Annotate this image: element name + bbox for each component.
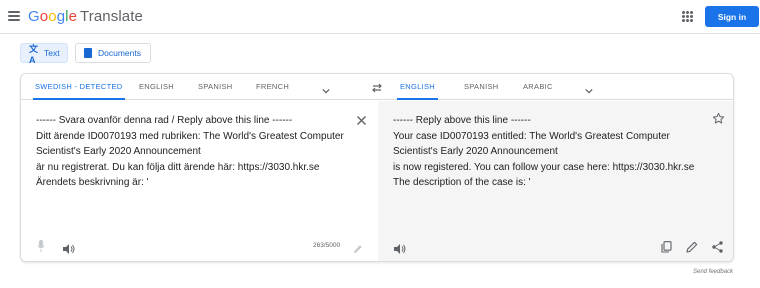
swap-languages-icon[interactable]: [371, 81, 383, 93]
source-lang-tab-detected[interactable]: SWEDISH - DETECTED: [33, 74, 125, 100]
translation-panel: SWEDISH - DETECTED ENGLISH SPANISH FRENC…: [20, 73, 734, 262]
save-translation-star-icon[interactable]: [712, 112, 725, 125]
text-mode-label: Text: [44, 48, 60, 58]
send-feedback-link[interactable]: Send feedback: [693, 269, 733, 275]
source-line: ------ Svara ovanför denna rad / Reply a…: [36, 115, 293, 126]
share-translation-icon[interactable]: [712, 240, 723, 253]
text-mode-button[interactable]: 文A Text: [20, 43, 68, 65]
source-text-area[interactable]: ------ Svara ovanför denna rad / Reply a…: [21, 101, 378, 261]
source-line: Scientist's Early 2020 Announcement: [36, 146, 201, 157]
language-bar: SWEDISH - DETECTED ENGLISH SPANISH FRENC…: [21, 74, 733, 100]
documents-mode-label: Documents: [98, 48, 141, 58]
translation-line: The description of the case is: ': [393, 177, 531, 188]
top-bar: Google Translate Sign in: [0, 0, 760, 34]
translate-icon: 文A: [29, 43, 39, 65]
source-lang-tab-spanish[interactable]: SPANISH: [198, 74, 232, 100]
source-lang-tab-english[interactable]: ENGLISH: [139, 74, 174, 100]
target-lang-tab-english[interactable]: ENGLISH: [397, 74, 439, 100]
google-apps-icon[interactable]: [682, 11, 693, 22]
listen-source-speaker-icon[interactable]: [63, 241, 75, 254]
source-lang-tab-french[interactable]: FRENCH: [256, 74, 289, 100]
documents-mode-button[interactable]: Documents: [75, 43, 151, 63]
copy-translation-icon[interactable]: [661, 240, 672, 253]
translation-output-area: ------ Reply above this line ------ Your…: [378, 101, 733, 261]
source-line: Ditt ärende ID0070193 med rubriken: The …: [36, 130, 344, 142]
translation-line: is now registered. You can follow your c…: [393, 161, 695, 173]
menu-icon[interactable]: [8, 11, 20, 21]
listen-translation-speaker-icon[interactable]: [394, 241, 406, 254]
target-lang-tab-arabic[interactable]: ARABIC: [523, 74, 553, 100]
source-line: är nu registrerat. Du kan följa ditt äre…: [36, 161, 320, 173]
character-count: 263/5000: [313, 242, 341, 249]
clear-source-close-icon[interactable]: [356, 113, 367, 125]
translation-line: ------ Reply above this line ------: [393, 115, 531, 126]
source-text[interactable]: ------ Svara ovanför denna rad / Reply a…: [36, 113, 344, 191]
edit-translation-pencil-icon[interactable]: [686, 240, 698, 253]
translation-text: ------ Reply above this line ------ Your…: [393, 113, 694, 191]
sign-in-button[interactable]: Sign in: [705, 6, 759, 27]
source-line: Ärendets beskrivning är: ': [36, 177, 149, 188]
target-lang-more-chevron-down-icon[interactable]: [585, 82, 593, 94]
document-icon: [84, 48, 92, 58]
translation-line: Your case ID0070193 entitled: The World'…: [393, 130, 670, 142]
google-translate-logo[interactable]: Google Translate: [28, 8, 143, 25]
microphone-icon[interactable]: [37, 239, 45, 252]
source-lang-more-chevron-down-icon[interactable]: [322, 82, 330, 94]
handwriting-pen-icon[interactable]: [353, 241, 363, 253]
translation-line: Scientist's Early 2020 Announcement: [393, 146, 558, 157]
target-lang-tab-spanish[interactable]: SPANISH: [464, 74, 498, 100]
